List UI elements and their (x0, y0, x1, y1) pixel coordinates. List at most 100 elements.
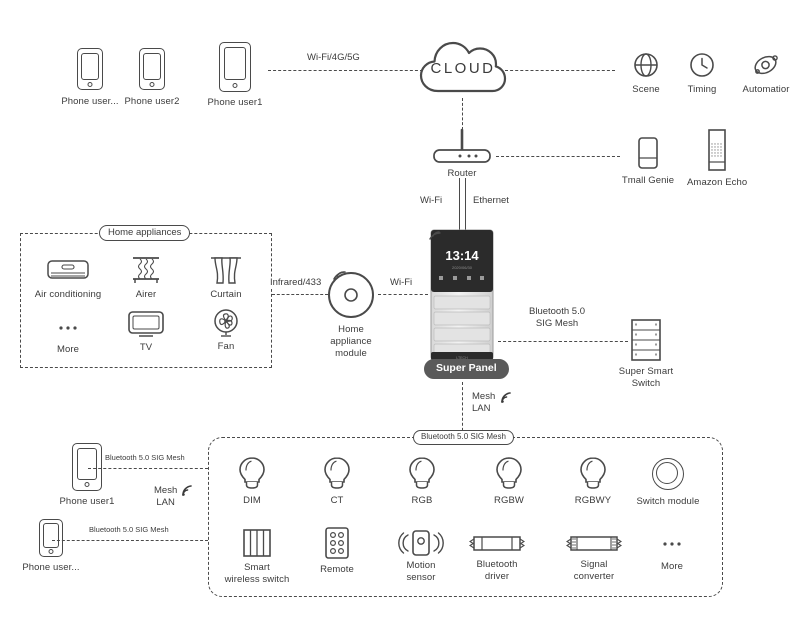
connector-panel-to-mesh (462, 382, 463, 436)
mesh-device-rgbwy[interactable]: RGBWY (565, 455, 621, 507)
super-panel-node[interactable]: 13:14 2020/06/30 LTECH (428, 228, 496, 368)
appliance-air-conditioning-label: Air conditioning (34, 289, 102, 300)
phone-screen (76, 448, 98, 480)
mesh-signal-icon-bottom (182, 483, 195, 501)
phone-user-n-label: Phone user... (61, 96, 119, 107)
bulb-icon (406, 455, 438, 491)
phone-user-2-label: Phone user2 (124, 96, 180, 107)
appliance-air-conditioning[interactable]: Air conditioning (30, 258, 106, 301)
mesh-device-rgbwy-label: RGBWY (574, 495, 612, 506)
connector-cloud-to-services (505, 70, 615, 71)
connector-label-wifi: Wi-Fi (418, 195, 445, 208)
mesh-device-rgbw-label: RGBW (494, 495, 524, 506)
mesh-device-bluetooth-driver[interactable]: Bluetooth driver (467, 533, 527, 583)
service-scene[interactable]: Scene (623, 52, 669, 96)
echo-speaker-icon (704, 128, 730, 172)
phone-icon (39, 519, 63, 557)
mesh-signal-icon (501, 390, 514, 408)
speaker-icon (636, 136, 660, 170)
amazon-echo-node: Amazon Echo (687, 128, 747, 189)
phone-home-button (149, 81, 155, 87)
mesh-device-ct-label: CT (330, 495, 344, 506)
phone-icon (77, 48, 103, 90)
tv-icon (127, 310, 165, 338)
mesh-device-smart-wireless-switch[interactable]: Smart wireless switch (222, 528, 292, 586)
connector-label-phone-to-cloud: Wi-Fi/4G/5G (305, 52, 362, 65)
phone-screen (81, 52, 99, 81)
mesh-device-smart-wireless-switch-label: Smart wireless switch (224, 562, 290, 585)
smart-switch-icon (629, 318, 663, 362)
appliance-airer-label: Airer (135, 289, 157, 300)
connector-phone-to-cloud (268, 70, 423, 71)
tmall-genie-label: Tmall Genie (621, 175, 675, 186)
air-conditioner-icon (46, 258, 90, 284)
service-scene-label: Scene (632, 84, 660, 95)
mesh-device-more[interactable]: More (648, 536, 696, 573)
phone-home-button (87, 81, 93, 87)
switch-module-icon (652, 458, 684, 490)
phone-icon (139, 48, 165, 90)
cloud-node: CLOUD (418, 36, 508, 98)
svg-text:2020/06/30: 2020/06/30 (452, 265, 473, 270)
appliance-curtain-label: Curtain (210, 289, 242, 300)
phone-user-n-bottom-label: Phone user... (22, 562, 80, 573)
phone-screen (43, 523, 59, 549)
bulb-icon (236, 455, 268, 491)
appliance-module-label: Home appliance module (330, 324, 372, 359)
bulb-icon (577, 455, 609, 491)
airer-icon (129, 255, 163, 285)
connector-label-infrared: Infrared/433 (268, 277, 324, 290)
mesh-device-rgbw[interactable]: RGBW (483, 455, 535, 507)
connector-phone1-bt-mesh (88, 468, 208, 469)
converter-icon (565, 533, 623, 553)
connector-label-bluetooth-mesh: Bluetooth 5.0 SIG Mesh (527, 306, 587, 331)
clock-icon (689, 52, 715, 78)
phone-screen (224, 47, 246, 81)
mesh-device-switch-module[interactable]: Switch module (632, 458, 704, 508)
phone-home-button (48, 548, 54, 554)
connector-label-phone1-bt-mesh: Bluetooth 5.0 SIG Mesh (103, 453, 187, 463)
appliance-tv[interactable]: TV (120, 310, 172, 354)
service-automation[interactable]: Automatior (735, 52, 797, 96)
phone-screen (143, 52, 161, 81)
mesh-device-dim[interactable]: DIM (228, 455, 276, 507)
remote-icon (323, 526, 351, 560)
super-smart-switch-node: Super Smart Switch (615, 318, 677, 390)
appliance-more[interactable]: More (42, 315, 94, 356)
super-smart-switch-label: Super Smart Switch (618, 366, 674, 389)
phone-user-2-node: Phone user2 (123, 48, 181, 108)
phone-home-button (84, 482, 90, 488)
appliance-tv-label: TV (139, 342, 153, 353)
appliance-fan[interactable]: Fan (200, 308, 252, 353)
mesh-device-motion-sensor-label: Motion sensor (406, 560, 436, 583)
mesh-device-more-label: More (660, 561, 684, 572)
diagram-canvas: Phone user... Phone user2 Phone user1 Wi… (0, 0, 800, 632)
mesh-device-motion-sensor[interactable]: Motion sensor (393, 528, 449, 584)
appliance-airer[interactable]: Airer (118, 255, 174, 301)
ellipsis-icon (54, 315, 82, 339)
phone-user-1-label: Phone user1 (207, 97, 263, 108)
orbit-icon (752, 52, 780, 78)
service-timing[interactable]: Timing (679, 52, 725, 96)
mesh-device-remote-label: Remote (320, 564, 354, 575)
super-panel-label: Super Panel (424, 359, 509, 379)
connector-router-wifi (459, 178, 460, 230)
module-icon (321, 268, 381, 322)
mesh-device-ct[interactable]: CT (313, 455, 361, 507)
connector-phone2-bt-mesh (52, 540, 208, 541)
service-automation-label: Automatior (742, 84, 790, 95)
bulb-icon (493, 455, 525, 491)
connector-label-ethernet: Ethernet (471, 195, 511, 208)
mesh-device-remote[interactable]: Remote (313, 526, 361, 576)
connector-label-mesh-lan-bottom: Mesh LAN (152, 485, 180, 510)
phone-user-n-node: Phone user... (60, 48, 120, 108)
wireless-switch-icon (241, 528, 273, 558)
mesh-device-signal-converter[interactable]: Signal converter (563, 533, 625, 583)
mesh-group-label: Bluetooth 5.0 SIG Mesh (413, 430, 514, 445)
mesh-device-rgb[interactable]: RGB (398, 455, 446, 507)
globe-icon (633, 52, 659, 78)
phone-user-1-bottom-label: Phone user1 (59, 496, 115, 507)
appliance-curtain[interactable]: Curtain (198, 255, 254, 301)
motion-sensor-icon (398, 528, 444, 558)
curtain-icon (209, 255, 243, 285)
